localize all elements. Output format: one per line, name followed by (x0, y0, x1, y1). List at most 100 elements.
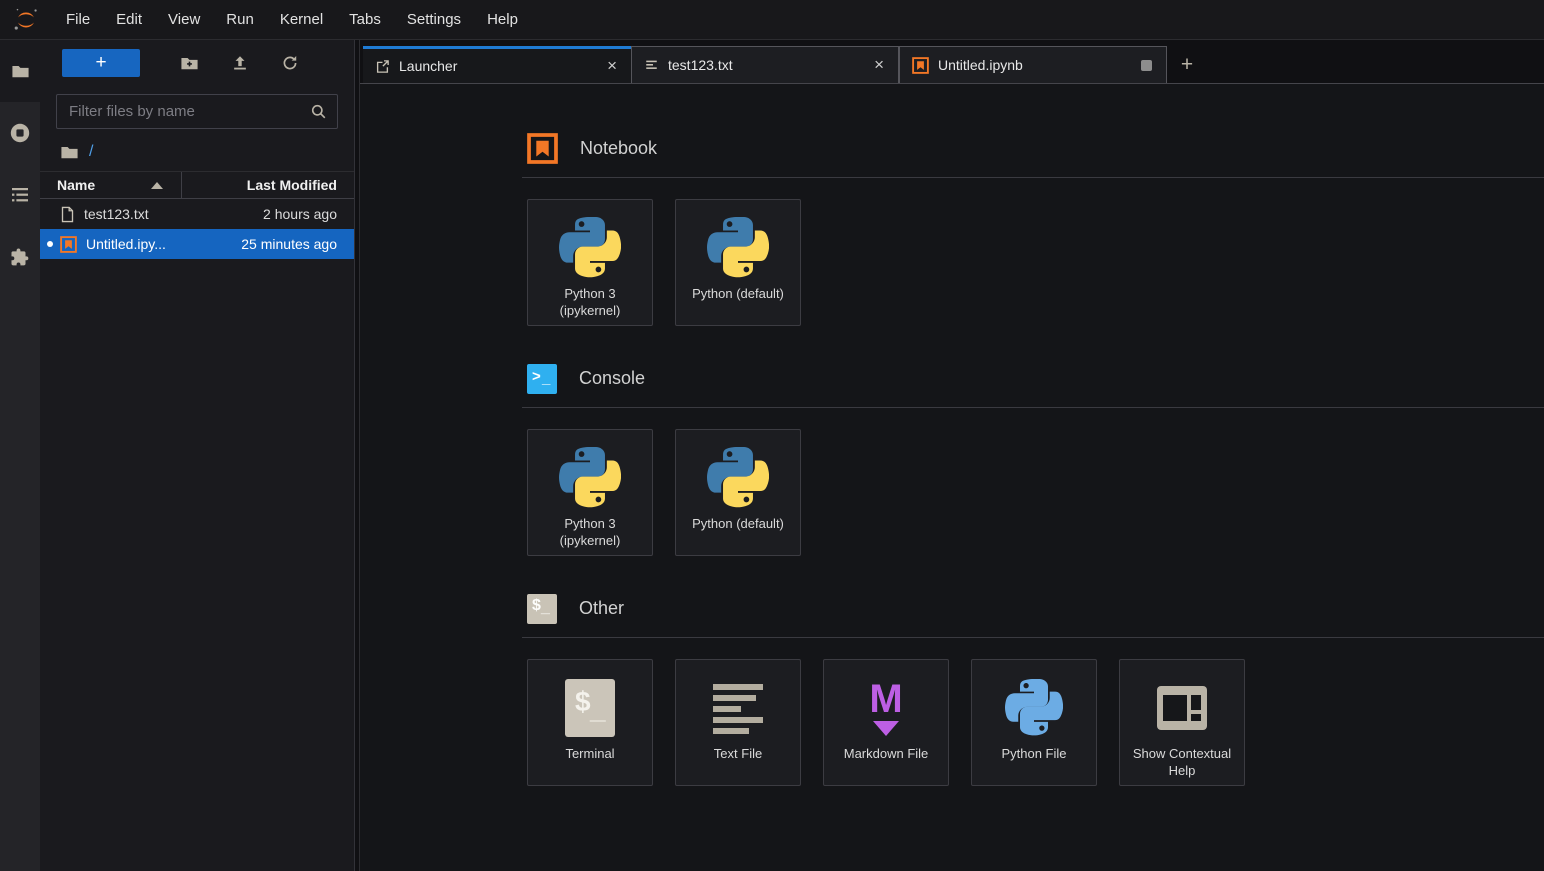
menu-help[interactable]: Help (474, 0, 531, 39)
search-icon (310, 103, 327, 120)
section-header: >_Console (522, 363, 1544, 394)
name-column-label: Name (57, 177, 95, 193)
card-label: Python (default) (687, 286, 789, 303)
section-header: $_Other (522, 593, 1544, 624)
launcher-card-markdown-file[interactable]: M Markdown File (823, 659, 949, 786)
sort-ascending-icon (151, 182, 163, 189)
tab-launcher[interactable]: Launcher× (363, 46, 631, 83)
launcher-card-python-file[interactable]: Python File (971, 659, 1097, 786)
card-label: Python 3 (ipykernel) (528, 286, 652, 320)
activity-extensions[interactable] (0, 226, 40, 288)
contextual-help-icon (1156, 675, 1208, 741)
activity-running-sessions[interactable] (0, 102, 40, 164)
refresh-icon[interactable] (281, 54, 299, 72)
workspace-body: + / Name Last Modified test123.txt2 (0, 40, 1544, 871)
launcher-card-python-default-[interactable]: Python (default) (675, 199, 801, 326)
section-divider (522, 407, 1544, 408)
launcher-card-terminal[interactable]: $_Terminal (527, 659, 653, 786)
tab-label: Untitled.ipynb (938, 57, 1141, 73)
file-name-label: Untitled.ipy... (86, 236, 166, 252)
jupyterlab-window: FileEditViewRunKernelTabsSettingsHelp + … (0, 0, 1544, 871)
file-list-header: Name Last Modified (40, 171, 354, 199)
card-label: Terminal (560, 746, 619, 763)
launcher-section-console: >_Console Python 3 (ipykernel) Python (def… (522, 363, 1544, 556)
breadcrumb-root[interactable]: / (89, 143, 93, 161)
terminal-box-icon: $_ (527, 594, 557, 624)
menu-bar: FileEditViewRunKernelTabsSettingsHelp (0, 0, 1544, 40)
file-modified: 25 minutes ago (181, 236, 354, 252)
folder-icon (11, 62, 30, 81)
file-browser-toolbar: + (40, 40, 354, 86)
column-header-name[interactable]: Name (40, 172, 181, 198)
card-label: Python File (996, 746, 1071, 763)
section-divider (522, 637, 1544, 638)
file-row[interactable]: test123.txt2 hours ago (40, 199, 354, 229)
launcher-card-python-3-ipykernel-[interactable]: Python 3 (ipykernel) (527, 199, 653, 326)
launcher-card-python-3-ipykernel-[interactable]: Python 3 (ipykernel) (527, 429, 653, 556)
filter-files-input[interactable] (57, 102, 310, 121)
running-kernel-dot (47, 241, 53, 247)
file-name: Untitled.ipy... (40, 236, 181, 253)
tab-bar: Launcher×test123.txt× Untitled.ipynb + (360, 40, 1544, 84)
python-logo-icon (707, 445, 769, 511)
card-label: Markdown File (839, 746, 934, 763)
menu-run[interactable]: Run (213, 0, 267, 39)
section-cards: Python 3 (ipykernel) Python (default) (522, 429, 1544, 556)
card-label: Python (default) (687, 516, 789, 533)
launcher-sections: Notebook Python 3 (ipykernel) Python (defa… (522, 133, 1544, 786)
text-lines-small-icon (644, 58, 659, 73)
notebook-large-icon (527, 133, 558, 164)
doc-icon (60, 206, 75, 223)
menu-edit[interactable]: Edit (103, 0, 155, 39)
file-name: test123.txt (40, 206, 181, 223)
tab-untitled-ipynb[interactable]: Untitled.ipynb (899, 46, 1167, 83)
jupyter-logo-icon (11, 5, 41, 35)
menu-tabs[interactable]: Tabs (336, 0, 394, 39)
home-folder-icon[interactable] (60, 143, 79, 162)
activity-bar (0, 40, 40, 871)
menu-file[interactable]: File (53, 0, 103, 39)
python-mono-icon (1005, 675, 1063, 741)
file-browser-panel: + / Name Last Modified test123.txt2 (40, 40, 355, 871)
python-logo-icon (707, 215, 769, 281)
python-logo-icon (559, 215, 621, 281)
new-tab-button[interactable]: + (1167, 46, 1207, 83)
menu-kernel[interactable]: Kernel (267, 0, 336, 39)
console-box-icon: >_ (527, 364, 557, 394)
file-row[interactable]: Untitled.ipy... 25 minutes ago (40, 229, 354, 259)
menu-items: FileEditViewRunKernelTabsSettingsHelp (53, 0, 531, 39)
close-tab-icon[interactable]: × (870, 55, 888, 75)
activity-table-of-contents[interactable] (0, 164, 40, 226)
notebook-icon (60, 236, 77, 253)
activity-file-browser[interactable] (0, 40, 40, 102)
close-tab-icon[interactable]: × (603, 56, 621, 76)
section-title: Notebook (580, 138, 657, 159)
card-label: Python 3 (ipykernel) (528, 516, 652, 550)
launcher-card-text-file[interactable]: Text File (675, 659, 801, 786)
launcher-section-other: $_Other$_TerminalText FileMMarkdown File… (522, 593, 1544, 786)
puzzle-icon (10, 247, 30, 267)
markdown-icon: M (869, 675, 902, 741)
column-header-modified[interactable]: Last Modified (181, 172, 354, 198)
tab-test123-txt[interactable]: test123.txt× (631, 46, 899, 83)
file-modified: 2 hours ago (181, 206, 354, 222)
menu-settings[interactable]: Settings (394, 0, 474, 39)
notebook-icon (912, 57, 929, 74)
card-label: Text File (709, 746, 767, 763)
launcher-card-python-default-[interactable]: Python (default) (675, 429, 801, 556)
menu-view[interactable]: View (155, 0, 213, 39)
breadcrumb: / (40, 133, 354, 171)
stop-circle-icon (9, 122, 31, 144)
new-launcher-button[interactable]: + (62, 49, 140, 77)
text-lines-card-icon (711, 675, 765, 741)
unsaved-changes-indicator[interactable] (1141, 60, 1152, 71)
file-list: test123.txt2 hours ago Untitled.ipy... 25 … (40, 199, 354, 259)
launcher-section-notebook: Notebook Python 3 (ipykernel) Python (defa… (522, 133, 1544, 326)
upload-icon[interactable] (231, 54, 249, 72)
launcher-card-show-contextual-help[interactable]: Show Contextual Help (1119, 659, 1245, 786)
new-folder-icon[interactable] (180, 54, 199, 73)
section-cards: Python 3 (ipykernel) Python (default) (522, 199, 1544, 326)
section-header: Notebook (522, 133, 1544, 164)
python-logo-icon (559, 445, 621, 511)
launcher-icon (375, 59, 390, 74)
